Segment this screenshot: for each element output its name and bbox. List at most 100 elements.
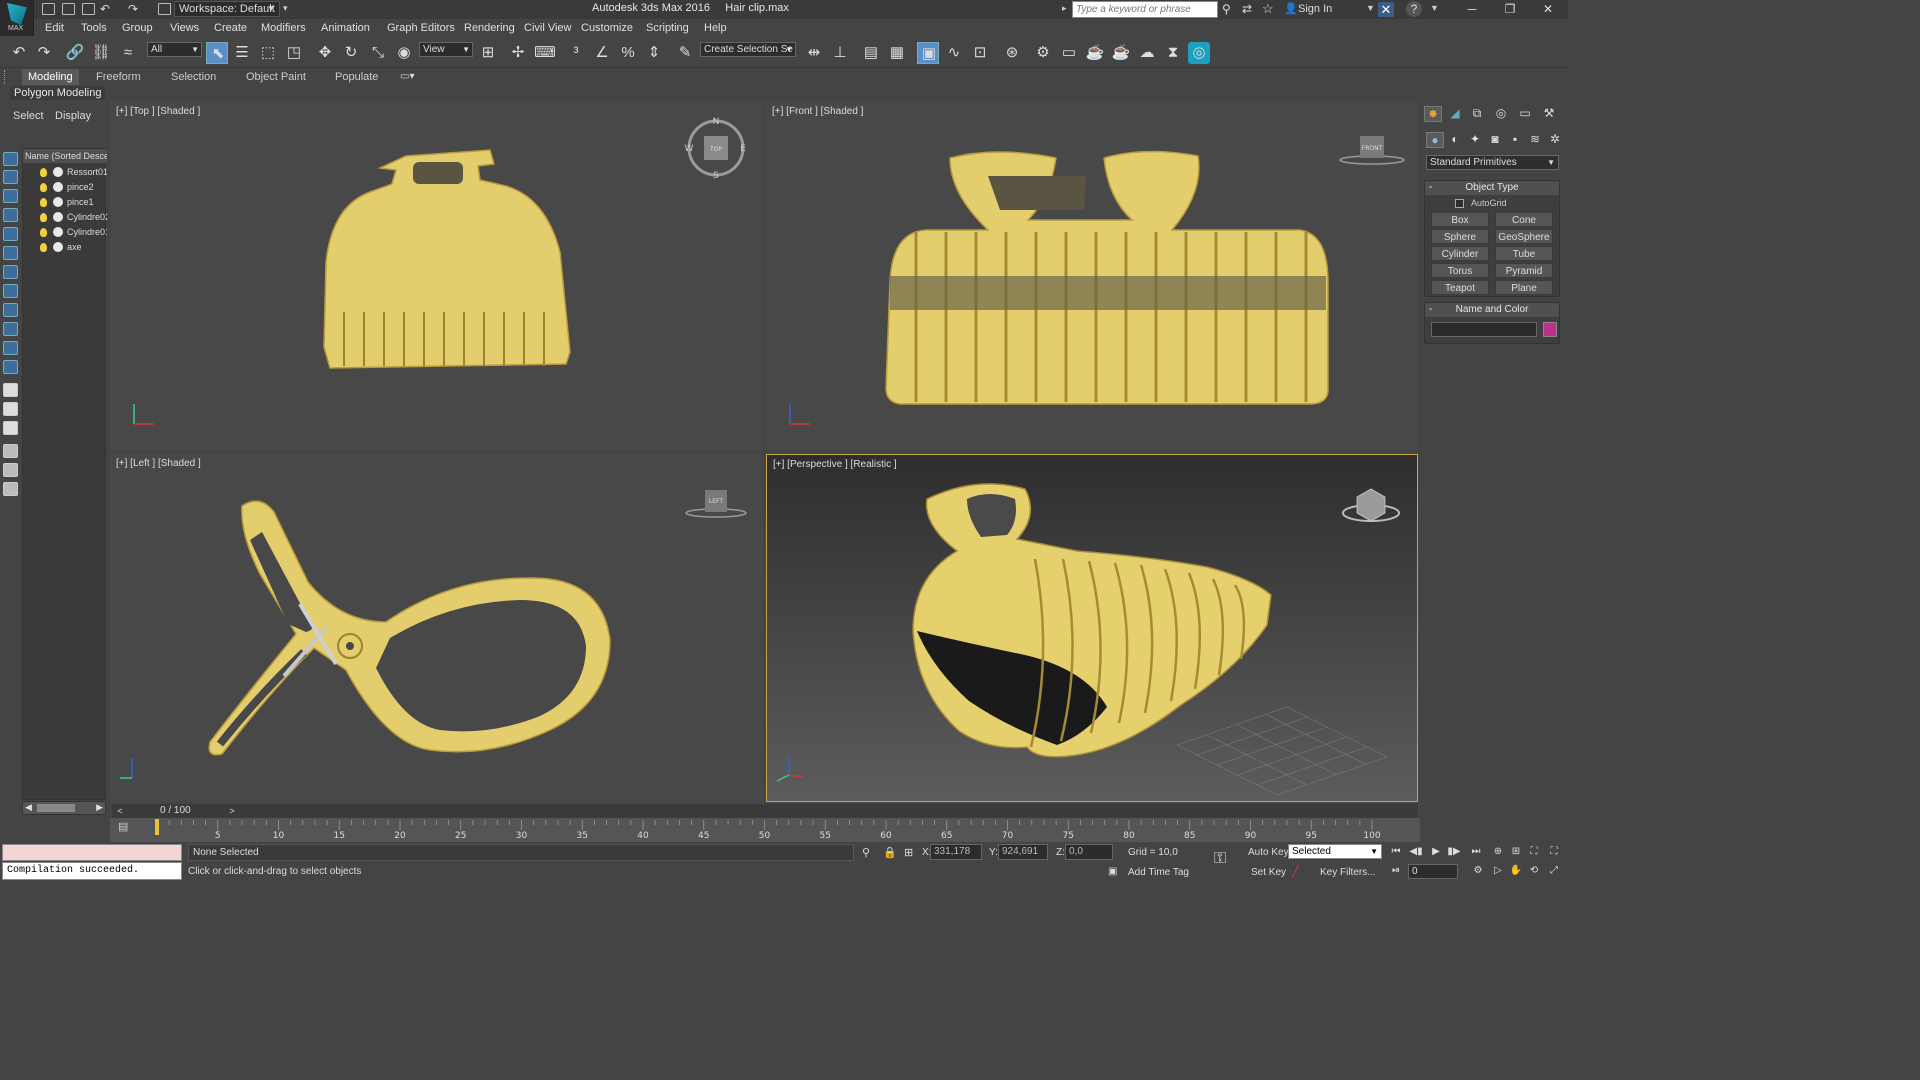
scrollbar-thumb[interactable] — [37, 804, 75, 812]
mirror-button[interactable]: ⇹ — [803, 42, 825, 64]
window-crossing-button[interactable]: ◳ — [283, 42, 305, 64]
space-warps-category-icon[interactable]: ≋ — [1526, 132, 1544, 148]
save-file-icon[interactable] — [82, 3, 95, 15]
track-bar[interactable]: 5 10 15 20 25 30 35 40 45 50 55 60 65 70 75 80 85 90 95 100 — [110, 818, 1420, 842]
selection-filter-dropdown[interactable]: All ▼ — [147, 42, 202, 57]
object-color-swatch[interactable] — [1543, 322, 1557, 337]
menu-views[interactable]: Views — [170, 22, 199, 34]
exchange-icon[interactable]: ✕ — [1378, 2, 1394, 17]
maxscript-output[interactable]: Compilation succeeded. — [2, 862, 182, 880]
previous-key-icon[interactable]: ◀▮ — [1408, 845, 1424, 859]
subscription-icon[interactable]: ⇄ — [1242, 2, 1252, 16]
menu-modifiers[interactable]: Modifiers — [261, 22, 306, 34]
key-filters-button[interactable]: Key Filters... — [1320, 867, 1376, 878]
isolate-selection-icon[interactable]: ⚲ — [862, 846, 870, 859]
default-in-out-tangents-icon[interactable]: ╱ — [1292, 865, 1299, 878]
time-tag-icon[interactable]: ▣ — [1108, 866, 1117, 877]
auto-key-button[interactable]: Auto Key — [1248, 847, 1289, 858]
undo-icon[interactable]: ↶ — [100, 2, 110, 16]
lights-category-icon[interactable]: ✦ — [1466, 132, 1484, 148]
viewport-top[interactable]: TOP N S E W [+] [Top ] [Shaded ] — [110, 102, 763, 450]
binoculars-icon[interactable]: ⚲ — [1222, 2, 1231, 16]
next-frame-icon[interactable]: > — [226, 805, 238, 817]
menu-group[interactable]: Group — [122, 22, 153, 34]
motion-tab-icon[interactable]: ◎ — [1492, 106, 1510, 122]
go-to-start-icon[interactable]: ⏮ — [1388, 845, 1404, 859]
explorer-tab-select[interactable]: Select — [13, 110, 44, 122]
align-button[interactable]: ⊥ — [829, 42, 851, 64]
maximize-viewport-icon[interactable]: ⤢ — [1546, 864, 1562, 878]
tube-button[interactable]: Tube — [1495, 246, 1553, 261]
select-and-move-button[interactable]: ✥ — [314, 42, 336, 64]
current-frame-marker[interactable] — [155, 819, 159, 835]
explorer-column-header[interactable]: Name (Sorted Descending) — [23, 149, 107, 163]
viewport-perspective[interactable]: [+] [Perspective ] [Realistic ] — [766, 454, 1418, 802]
edit-named-selection-button[interactable]: ✎ — [674, 42, 696, 64]
named-selection-dropdown[interactable]: Create Selection Se ▼ — [700, 42, 796, 57]
sign-in-link[interactable]: Sign In — [1298, 3, 1332, 15]
list-item[interactable]: Cylindre02 — [23, 210, 107, 224]
scene-explorer-button[interactable]: ▣ — [917, 42, 939, 64]
curve-editor-button[interactable]: ∿ — [943, 42, 965, 64]
maxscript-listener-input[interactable] — [2, 844, 182, 861]
quick-access-menu-icon[interactable]: ▾ — [283, 3, 288, 14]
render-iterative-button[interactable]: ☕ — [1110, 42, 1132, 64]
toggle-ribbon-button[interactable]: ▦ — [886, 42, 908, 64]
plane-button[interactable]: Plane — [1495, 280, 1553, 295]
torus-button[interactable]: Torus — [1431, 263, 1489, 278]
zoom-extents-all-icon[interactable]: ⛶ — [1546, 845, 1562, 859]
light-bulb-icon[interactable] — [40, 228, 47, 237]
menu-customize[interactable]: Customize — [581, 22, 633, 34]
keyboard-shortcut-override-button[interactable]: ⌨ — [534, 42, 556, 64]
a360-button[interactable]: ◎ — [1188, 42, 1210, 64]
zoom-extents-icon[interactable]: ⛶ — [1526, 845, 1542, 859]
open-file-icon[interactable] — [62, 3, 75, 15]
tab-selection[interactable]: Selection — [165, 69, 222, 85]
utilities-tab-icon[interactable]: ⚒ — [1540, 106, 1558, 122]
select-and-link-button[interactable]: 🔗 — [64, 42, 86, 64]
z-coordinate-field[interactable]: 0,0 — [1065, 844, 1113, 860]
menu-rendering[interactable]: Rendering — [464, 22, 515, 34]
display-xrefs-icon[interactable] — [3, 284, 18, 298]
display-all-icon[interactable] — [3, 383, 18, 397]
helpers-category-icon[interactable]: ▪ — [1506, 132, 1524, 148]
mini-curve-editor-icon[interactable]: ▤ — [118, 820, 138, 836]
find-icon[interactable] — [3, 463, 18, 477]
display-none-icon[interactable] — [3, 402, 18, 416]
time-slider[interactable]: < > — [112, 804, 1418, 818]
go-to-end-icon[interactable]: ⏭ — [1468, 845, 1484, 859]
light-bulb-icon[interactable] — [40, 198, 47, 207]
scroll-left-icon[interactable]: ◀ — [25, 802, 32, 813]
select-and-place-button[interactable]: ◉ — [393, 42, 415, 64]
visibility-icon[interactable] — [53, 242, 63, 252]
geometry-category-icon[interactable]: ● — [1426, 132, 1444, 148]
cameras-category-icon[interactable]: ◙ — [1486, 132, 1504, 148]
list-item[interactable]: pince1 — [23, 195, 107, 209]
display-space-warps-icon[interactable] — [3, 246, 18, 260]
pyramid-button[interactable]: Pyramid — [1495, 263, 1553, 278]
systems-category-icon[interactable]: ✲ — [1546, 132, 1564, 148]
render-setup-button[interactable]: ⚙ — [1032, 42, 1054, 64]
display-tab-icon[interactable]: ▭ — [1516, 106, 1534, 122]
key-mode-dropdown[interactable]: Selected ▼ — [1288, 844, 1382, 859]
object-name-input[interactable] — [1431, 322, 1537, 337]
percent-snap-button[interactable]: % — [617, 42, 639, 64]
filter-icon[interactable] — [3, 444, 18, 458]
rendered-frame-window-button[interactable]: ▭ — [1058, 42, 1080, 64]
menu-graph-editors[interactable]: Graph Editors — [387, 22, 455, 34]
help-chevron-icon[interactable]: ▼ — [1430, 3, 1439, 13]
redo-button[interactable]: ↷ — [33, 42, 55, 64]
display-shapes-icon[interactable] — [3, 170, 18, 184]
select-by-name-button[interactable]: ☰ — [231, 42, 253, 64]
light-bulb-icon[interactable] — [40, 213, 47, 222]
cone-button[interactable]: Cone — [1495, 212, 1553, 227]
set-key-icon[interactable]: ⚿ — [1214, 850, 1226, 868]
field-of-view-icon[interactable]: ▷ — [1490, 864, 1506, 878]
previous-frame-icon[interactable]: < — [114, 805, 126, 817]
light-bulb-icon[interactable] — [40, 183, 47, 192]
orbit-icon[interactable]: ⟲ — [1526, 864, 1542, 878]
visibility-icon[interactable] — [53, 227, 63, 237]
display-bones-icon[interactable] — [3, 303, 18, 317]
select-and-scale-button[interactable]: ⤡ — [367, 42, 389, 64]
project-folder-icon[interactable] — [158, 3, 171, 15]
